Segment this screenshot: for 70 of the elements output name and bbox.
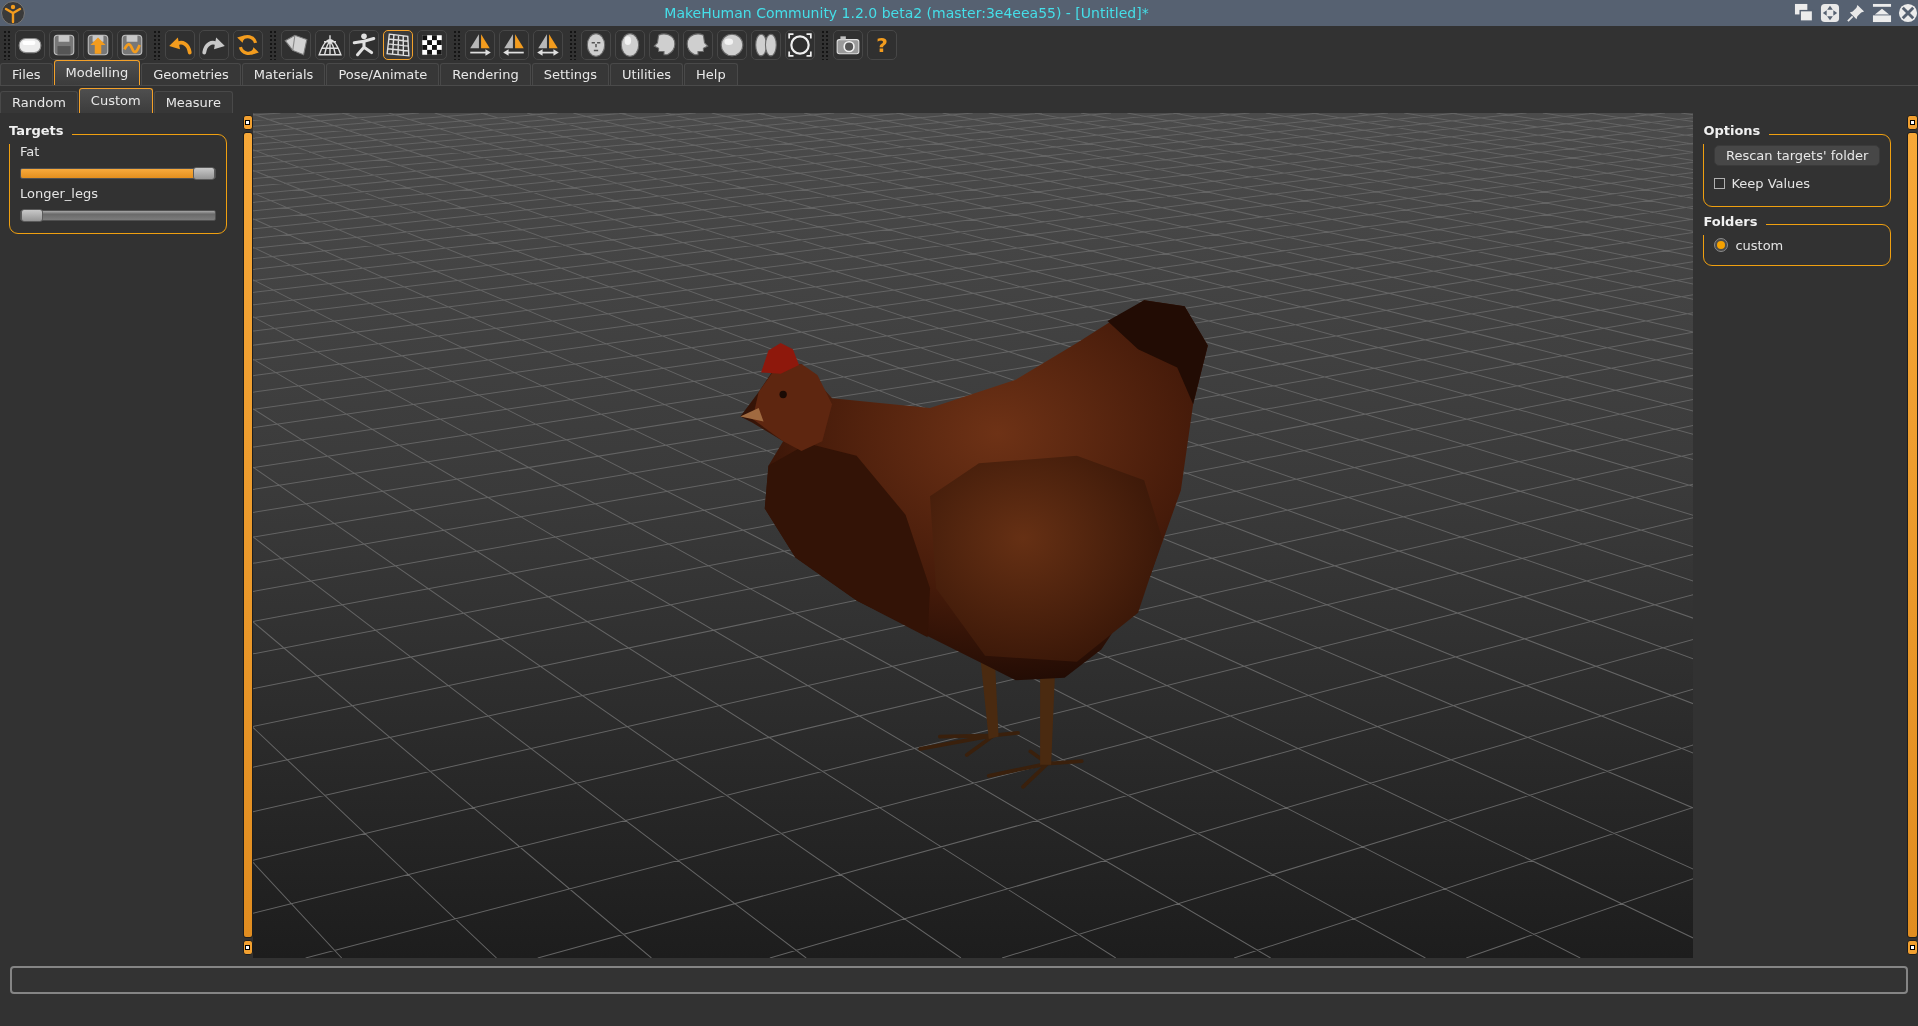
circle-frame-icon <box>787 31 813 58</box>
toolbar-button[interactable] <box>533 29 563 60</box>
radio-button[interactable] <box>1714 238 1729 253</box>
toolbar-button[interactable] <box>717 29 747 60</box>
split-head-icon <box>753 31 779 58</box>
close-icon[interactable] <box>1898 3 1918 23</box>
toolbar-button[interactable] <box>281 29 311 60</box>
toolbar-button[interactable] <box>465 29 495 60</box>
toolbar-button[interactable] <box>649 29 679 60</box>
checkbox-label[interactable]: Keep Values <box>1731 174 1811 194</box>
tab[interactable]: Utilities <box>610 63 683 85</box>
tab[interactable]: Help <box>684 63 738 85</box>
toolbar-button[interactable] <box>751 29 781 60</box>
toolbar-button[interactable] <box>499 29 529 60</box>
scroll-up-button[interactable] <box>1907 115 1918 130</box>
toolbar-button[interactable] <box>199 29 229 60</box>
overlapping-windows-icon[interactable] <box>1794 3 1814 23</box>
tab[interactable]: Geometries <box>141 63 241 85</box>
slider-track[interactable] <box>20 210 216 221</box>
tab[interactable]: Pose/Animate <box>326 63 440 85</box>
figure-icon <box>351 31 377 58</box>
toolbar-button[interactable] <box>581 29 611 60</box>
checkbox[interactable] <box>1714 178 1726 190</box>
window-title: MakeHuman Community 1.2.0 beta2 (master:3e4eea55) - [Untitled]* <box>663 3 1150 23</box>
grid-icon <box>385 31 411 58</box>
toolbar-button[interactable] <box>615 29 645 60</box>
rescan-button[interactable]: Rescan targets' folder <box>1714 145 1881 166</box>
expand-arrows-icon[interactable] <box>1820 3 1840 23</box>
toolbar-button[interactable] <box>683 29 713 60</box>
slider-label: Longer_legs <box>20 186 99 202</box>
toolbar-button[interactable] <box>15 29 45 60</box>
tab[interactable]: Settings <box>531 63 610 85</box>
tab[interactable]: Measure <box>153 91 233 113</box>
app-logo-icon[interactable] <box>1 1 25 25</box>
toolbar-button[interactable] <box>49 29 79 60</box>
shade-icon[interactable] <box>1872 3 1892 23</box>
help-button[interactable]: ? <box>867 29 897 60</box>
group-title: Targets <box>9 124 65 140</box>
radio-label[interactable]: custom <box>1735 235 1784 255</box>
group-title: Options <box>1703 124 1762 140</box>
toolbar-button[interactable] <box>349 29 379 60</box>
toolbar-button[interactable] <box>315 29 345 60</box>
toolbar-button[interactable] <box>417 29 447 60</box>
toolbar-button[interactable] <box>833 29 863 60</box>
slider-label: Fat <box>20 144 41 160</box>
head-profile-icon <box>651 31 677 58</box>
tab[interactable]: Materials <box>241 63 326 85</box>
pin-icon[interactable] <box>1846 3 1866 23</box>
scroll-down-button[interactable] <box>242 940 253 955</box>
slider-track[interactable] <box>20 168 216 179</box>
scroll-down-button[interactable] <box>1907 940 1918 955</box>
scroll-handle[interactable] <box>1907 132 1918 938</box>
tab[interactable]: Random <box>0 91 78 113</box>
toolbar-button[interactable] <box>383 29 413 60</box>
sphere-icon <box>719 31 745 58</box>
toolbar-button[interactable] <box>117 29 147 60</box>
head-profile-icon <box>685 31 711 58</box>
scroll-handle[interactable] <box>242 132 253 938</box>
toolbar-button[interactable] <box>83 29 113 60</box>
scroll-up-button[interactable] <box>242 115 253 130</box>
slider-thumb[interactable] <box>21 209 43 222</box>
toolbar-button[interactable] <box>233 29 263 60</box>
group-title: Folders <box>1703 214 1759 231</box>
slider-thumb[interactable] <box>192 167 215 180</box>
tab[interactable]: Files <box>0 63 53 85</box>
tab[interactable]: Rendering <box>440 63 531 85</box>
tab[interactable]: Modelling <box>53 60 141 85</box>
toolbar-button[interactable] <box>785 29 815 60</box>
tab[interactable]: Custom <box>78 88 153 113</box>
toolbar-button[interactable] <box>165 29 195 60</box>
